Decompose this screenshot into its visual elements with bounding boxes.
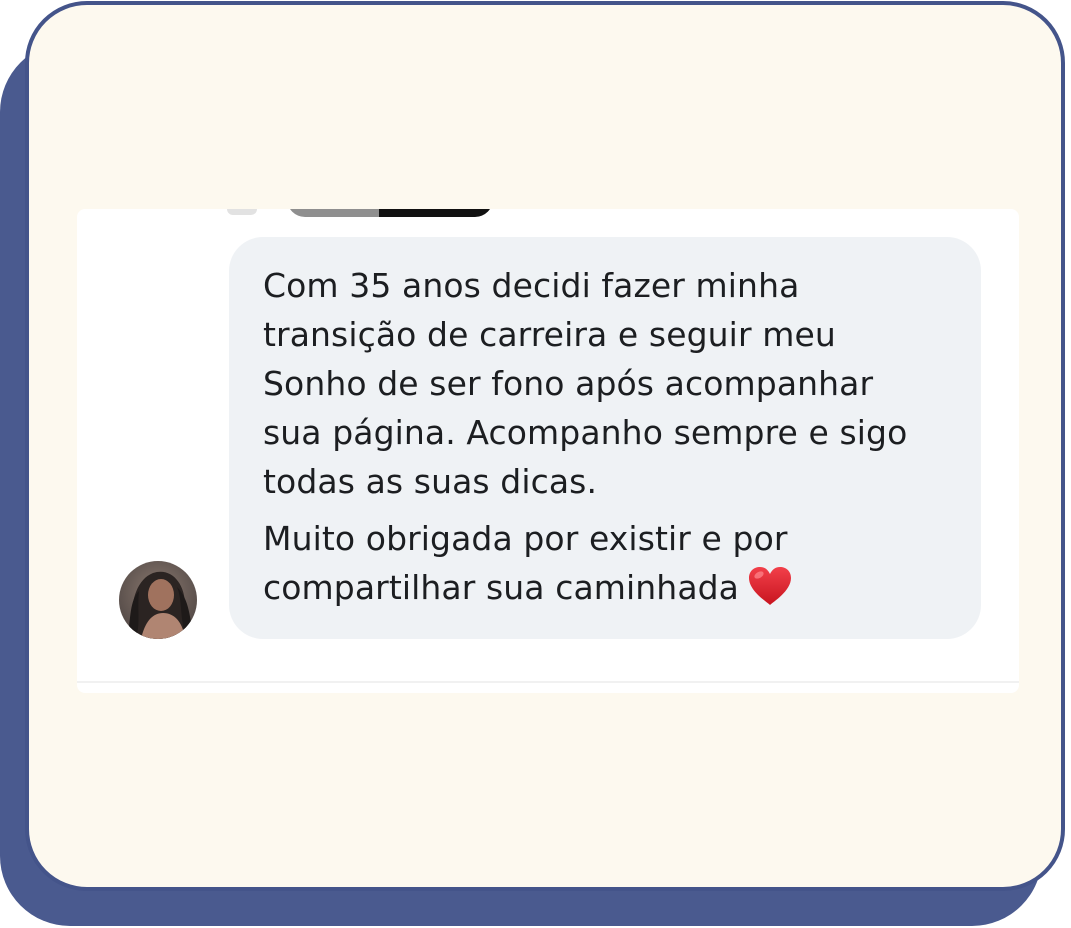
previous-media-thumbnail xyxy=(287,209,493,217)
testimonial-card: Com 35 anos decidi fazer minha transição… xyxy=(25,1,1065,891)
comment-paragraph: Com 35 anos decidi fazer minha transição… xyxy=(263,266,908,501)
comment-bubble: Com 35 anos decidi fazer minha transição… xyxy=(229,237,981,639)
previous-item-edge xyxy=(227,209,257,215)
avatar[interactable] xyxy=(119,561,197,639)
comment-closing-text: Muito obrigada por existir e por compart… xyxy=(263,519,788,607)
comment-screenshot: Com 35 anos decidi fazer minha transição… xyxy=(77,209,1019,693)
divider xyxy=(77,681,1019,683)
red-heart-icon xyxy=(749,567,792,605)
comment-paragraph: Muito obrigada por existir e por compart… xyxy=(263,514,951,612)
avatar-photo xyxy=(119,561,197,639)
